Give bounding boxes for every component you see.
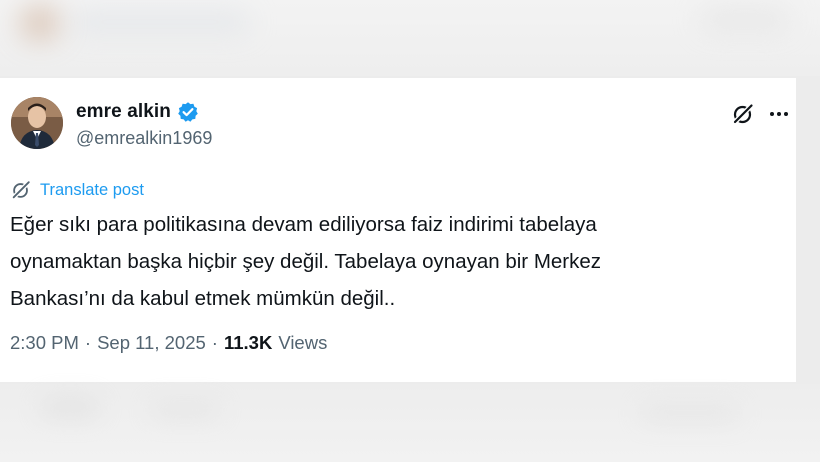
verified-badge-icon	[177, 101, 199, 123]
more-options-icon	[770, 112, 788, 116]
author-name[interactable]: emre alkin	[76, 101, 171, 123]
blurred-avatar	[20, 6, 60, 40]
avatar-image	[11, 97, 63, 149]
translate-post-link[interactable]: Translate post	[10, 179, 144, 201]
tweet-text: Eğer sıkı para politikasına devam ediliy…	[10, 213, 602, 310]
blurred-text	[700, 8, 790, 30]
author-name-row: emre alkin	[76, 100, 199, 124]
avatar[interactable]	[11, 97, 63, 149]
author-handle[interactable]: @emrealkin1969	[76, 128, 212, 149]
views-label: Views	[278, 332, 328, 353]
tweet-date[interactable]: Sep 11, 2025	[97, 332, 206, 354]
blurred-previous-post	[0, 0, 820, 76]
tweet-meta: 2:30 PM · Sep 11, 2025 · 11.3K Views	[10, 332, 327, 354]
blurred-next-post	[0, 384, 820, 462]
blurred-text	[150, 402, 220, 418]
more-options-button[interactable]	[766, 101, 792, 127]
grok-button[interactable]	[730, 101, 756, 127]
blurred-text	[40, 398, 100, 418]
blurred-text	[640, 404, 740, 422]
views-count[interactable]: 11.3K	[224, 332, 272, 354]
grok-icon	[731, 102, 755, 126]
tweet-time[interactable]: 2:30 PM	[10, 332, 79, 354]
translate-icon	[10, 179, 32, 201]
meta-separator: ·	[211, 332, 218, 353]
translate-post-label: Translate post	[40, 180, 144, 199]
meta-separator: ·	[84, 332, 92, 353]
blurred-text	[70, 12, 250, 32]
